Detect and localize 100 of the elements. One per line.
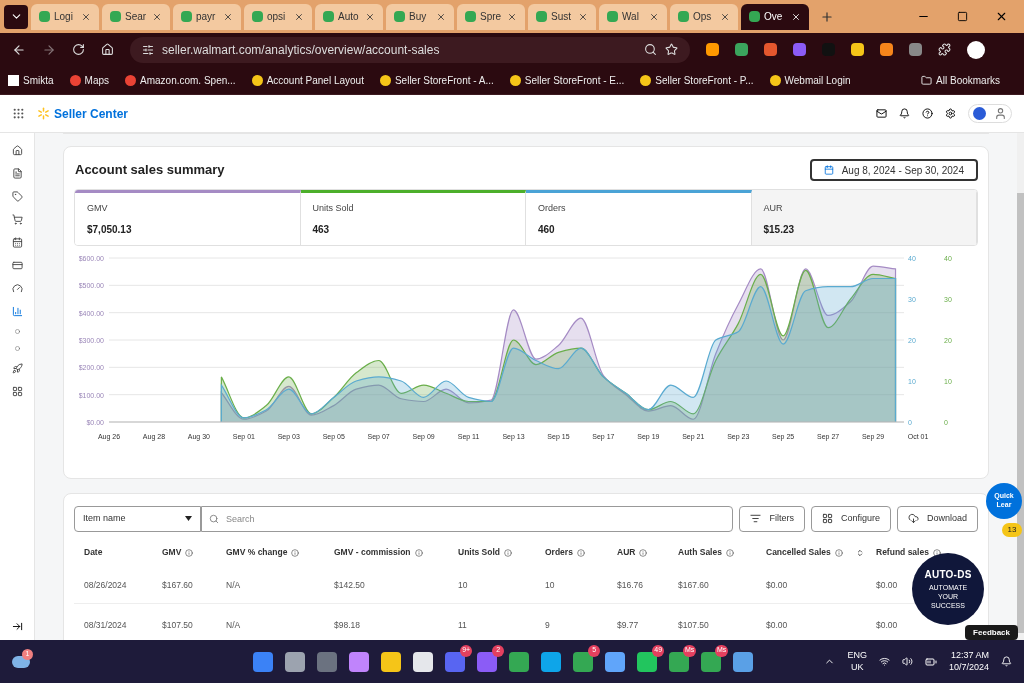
bookmark[interactable]: Amazon.com. Spen...: [140, 72, 236, 88]
date-range-button[interactable]: Aug 8, 2024 - Sep 30, 2024: [809, 159, 978, 181]
apps-icon[interactable]: [12, 107, 25, 120]
settings-icon[interactable]: [945, 108, 956, 119]
new-tab-icon[interactable]: [820, 9, 834, 24]
extensions-icon[interactable]: [938, 43, 951, 56]
browser-tab[interactable]: Spre: [457, 3, 525, 30]
browser-tab[interactable]: Buy: [386, 3, 454, 30]
close-icon[interactable]: [578, 11, 588, 22]
back-icon[interactable]: [12, 42, 26, 57]
browser-tab[interactable]: Auto: [315, 3, 383, 30]
bookmark[interactable]: Seller StoreFront - E...: [524, 72, 625, 88]
metric-tab[interactable]: Units Sold 463: [300, 190, 526, 245]
browser-tab[interactable]: Ops: [670, 3, 738, 30]
feedback-button[interactable]: Feedback: [965, 625, 1018, 640]
grid-icon[interactable]: [11, 386, 23, 397]
toolbar-button[interactable]: Filters: [739, 505, 805, 532]
close-icon[interactable]: [720, 11, 730, 22]
browser-tab[interactable]: opsi: [244, 3, 312, 30]
bar-chart-icon[interactable]: [11, 306, 23, 317]
column-header[interactable]: Date: [84, 546, 103, 559]
extension-icon[interactable]: [851, 43, 864, 56]
close-icon[interactable]: [791, 11, 801, 22]
close-icon[interactable]: [995, 10, 1008, 23]
metric-tab[interactable]: Orders 460: [526, 190, 752, 245]
extension-icon[interactable]: [880, 43, 893, 56]
cart-icon[interactable]: [11, 214, 23, 225]
extension-icon[interactable]: [909, 43, 922, 56]
browser-tab[interactable]: Logi: [31, 3, 99, 30]
search-field[interactable]: Search: [201, 505, 734, 532]
extension-icon[interactable]: [706, 43, 719, 56]
close-icon[interactable]: [436, 11, 446, 22]
home-icon[interactable]: [11, 145, 23, 156]
reload-icon[interactable]: [72, 43, 85, 56]
help-icon[interactable]: [922, 108, 933, 119]
region-text[interactable]: UK: [850, 661, 864, 673]
favicon-icon: [607, 11, 618, 22]
bell-icon[interactable]: [1001, 656, 1012, 667]
sort-icon[interactable]: [856, 548, 864, 557]
profile-avatar[interactable]: [967, 40, 985, 59]
document-icon[interactable]: [11, 168, 23, 179]
bookmark[interactable]: Smikta: [23, 72, 54, 88]
column-header[interactable]: GMV: [162, 546, 182, 559]
browser-tab[interactable]: Ove: [741, 3, 809, 30]
favicon-icon: [181, 11, 192, 22]
calendar-icon[interactable]: [11, 237, 23, 248]
brand-name[interactable]: Seller Center: [54, 104, 129, 123]
browser-tab[interactable]: Sust: [528, 3, 596, 30]
extension-icon[interactable]: [793, 43, 806, 56]
battery-icon[interactable]: [924, 655, 937, 668]
expand-icon[interactable]: [11, 621, 23, 632]
close-icon[interactable]: [649, 11, 659, 22]
star-icon[interactable]: [665, 43, 678, 56]
clock-time[interactable]: 12:37 AM: [950, 650, 989, 662]
column-header[interactable]: GMV - commission: [334, 546, 411, 559]
toolbar-button[interactable]: Configure: [810, 505, 891, 532]
close-icon[interactable]: [507, 11, 517, 22]
item-select[interactable]: Item name: [74, 505, 201, 532]
language-text[interactable]: ENG: [847, 650, 867, 662]
column-header[interactable]: AUR: [617, 546, 636, 559]
volume-icon[interactable]: [901, 656, 913, 667]
column-header[interactable]: Units Sold: [458, 546, 501, 559]
metric-tab[interactable]: AUR $15.23: [751, 190, 977, 245]
metric-value: $15.23: [763, 222, 796, 237]
bookmark[interactable]: Seller StoreFront - P...: [655, 72, 754, 88]
weather-icon[interactable]: [12, 655, 30, 668]
bookmark[interactable]: Account Panel Layout: [266, 72, 364, 88]
column-header[interactable]: Cancelled Sales: [766, 546, 831, 559]
bookmark[interactable]: Webmail Login: [784, 72, 851, 88]
close-icon[interactable]: [294, 11, 304, 22]
browser-tab[interactable]: Sear: [102, 3, 170, 30]
close-icon[interactable]: [223, 11, 233, 22]
metric-tab[interactable]: GMV $7,050.13: [75, 190, 301, 245]
gauge-icon[interactable]: [11, 283, 23, 294]
extension-icon[interactable]: [764, 43, 777, 56]
column-header[interactable]: GMV % change: [226, 546, 288, 559]
column-header[interactable]: Orders: [545, 546, 573, 559]
close-icon[interactable]: [81, 11, 91, 22]
table-cell: N/A: [226, 580, 241, 590]
bell-icon[interactable]: [899, 108, 910, 119]
close-icon[interactable]: [365, 11, 375, 22]
column-header[interactable]: Auth Sales: [678, 546, 722, 559]
wifi-icon[interactable]: [878, 656, 890, 667]
maximize-icon[interactable]: [957, 11, 968, 22]
browser-tab[interactable]: Wal: [599, 3, 667, 30]
site-info-icon[interactable]: [142, 43, 154, 56]
close-icon[interactable]: [152, 11, 162, 22]
bookmark[interactable]: All Bookmarks: [936, 72, 1000, 88]
browser-tab[interactable]: payr: [173, 3, 241, 30]
rocket-icon[interactable]: [11, 363, 23, 374]
mail-icon[interactable]: [876, 108, 887, 119]
tag-icon[interactable]: [11, 191, 23, 202]
bookmark[interactable]: Seller StoreFront - A...: [394, 72, 494, 88]
tab-menu-button[interactable]: [4, 4, 28, 29]
bookmark[interactable]: Maps: [84, 72, 109, 88]
card-icon[interactable]: [11, 260, 23, 271]
clock-date[interactable]: 10/7/2024: [948, 661, 989, 673]
toolbar-button[interactable]: Download: [896, 505, 978, 532]
extension-icon[interactable]: [735, 43, 748, 56]
address-bar[interactable]: seller.walmart.com/analytics/overview/account-sales: [130, 36, 690, 63]
